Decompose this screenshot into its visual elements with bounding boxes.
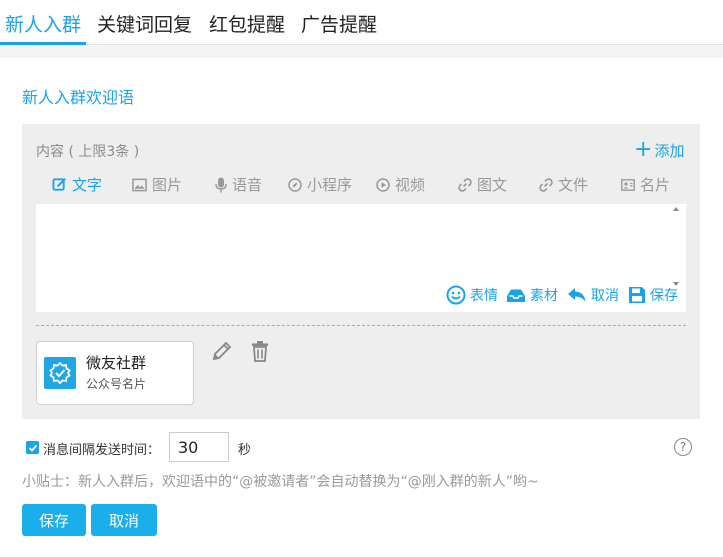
active-tab-indicator bbox=[0, 42, 86, 45]
top-tab-bar: 新人入群 关键词回复 红包提醒 广告提醒 bbox=[0, 0, 723, 45]
scroll-up-arrow[interactable] bbox=[673, 207, 679, 211]
type-tab-label: 文件 bbox=[558, 176, 589, 194]
tool-label: 表情 bbox=[470, 288, 498, 304]
emoji-button[interactable]: 表情 bbox=[446, 285, 498, 305]
add-content-button[interactable]: + 添加 bbox=[634, 139, 684, 161]
type-tab-label: 文字 bbox=[72, 176, 103, 194]
image-icon bbox=[132, 178, 147, 191]
tool-label: 素材 bbox=[530, 288, 558, 304]
plus-icon: + bbox=[634, 137, 653, 162]
tab-red-packet-reminder[interactable]: 红包提醒 bbox=[209, 10, 285, 37]
pencil-icon[interactable] bbox=[211, 340, 233, 366]
cancel-edit-button[interactable]: 取消 bbox=[567, 285, 619, 305]
interval-unit: 秒 bbox=[238, 443, 252, 458]
interval-checkbox[interactable] bbox=[26, 441, 39, 454]
compass-icon bbox=[288, 177, 302, 192]
type-tab-label: 名片 bbox=[640, 176, 671, 194]
type-tab-voice[interactable]: 语音 bbox=[215, 174, 262, 195]
official-account-card[interactable]: 微友社群 公众号名片 bbox=[36, 341, 194, 405]
undo-icon bbox=[568, 288, 586, 302]
card-name: 微友社群 bbox=[86, 354, 147, 372]
trash-icon[interactable] bbox=[250, 340, 270, 366]
type-tab-label: 语音 bbox=[232, 176, 263, 194]
type-tab-mini-program[interactable]: 小程序 bbox=[288, 174, 352, 195]
checkmark-icon bbox=[28, 444, 37, 452]
verified-badge-icon bbox=[44, 357, 76, 389]
tool-label: 取消 bbox=[591, 288, 619, 304]
tab-ad-reminder[interactable]: 广告提醒 bbox=[301, 10, 377, 37]
divider-dashed bbox=[36, 325, 686, 326]
type-tab-label: 图文 bbox=[477, 176, 508, 194]
add-label: 添加 bbox=[654, 141, 685, 160]
type-tab-text[interactable]: 文字 bbox=[52, 174, 102, 195]
contact-card-icon bbox=[621, 178, 635, 191]
section-title: 新人入群欢迎语 bbox=[22, 88, 135, 107]
type-tab-label: 小程序 bbox=[307, 176, 353, 194]
type-tab-label: 图片 bbox=[152, 176, 183, 194]
type-tab-contact-card[interactable]: 名片 bbox=[621, 174, 670, 195]
type-tab-video[interactable]: 视频 bbox=[376, 174, 425, 195]
save-edit-button[interactable]: 保存 bbox=[628, 285, 678, 305]
type-tab-label: 视频 bbox=[395, 176, 426, 194]
type-tab-image[interactable]: 图片 bbox=[132, 174, 182, 195]
link-icon bbox=[539, 177, 553, 192]
card-type: 公众号名片 bbox=[86, 377, 147, 391]
tip-text: 小贴士：新人入群后，欢迎语中的“@被邀请者”会自动替换为“@刚入群的新人”哟~ bbox=[22, 474, 539, 490]
interval-seconds-input[interactable] bbox=[169, 432, 229, 462]
tab-new-member[interactable]: 新人入群 bbox=[5, 10, 81, 37]
microphone-icon bbox=[215, 177, 227, 192]
link-icon bbox=[458, 177, 472, 192]
play-icon bbox=[376, 177, 390, 192]
edit-icon bbox=[52, 178, 66, 191]
inbox-icon bbox=[507, 289, 525, 302]
interval-label: 消息间隔发送时间： bbox=[43, 443, 161, 458]
content-label: 内容 ( 上限3条 ) bbox=[36, 144, 140, 160]
material-button[interactable]: 素材 bbox=[506, 285, 558, 305]
type-tab-file[interactable]: 文件 bbox=[539, 174, 588, 195]
save-button[interactable]: 保存 bbox=[22, 504, 86, 536]
cancel-button[interactable]: 取消 bbox=[91, 504, 157, 536]
tab-keyword-reply[interactable]: 关键词回复 bbox=[97, 10, 192, 37]
help-icon[interactable]: ? bbox=[674, 438, 692, 456]
tool-label: 保存 bbox=[650, 288, 678, 304]
smiley-icon bbox=[446, 285, 466, 305]
type-tab-article[interactable]: 图文 bbox=[458, 174, 507, 195]
floppy-disk-icon bbox=[629, 287, 645, 303]
